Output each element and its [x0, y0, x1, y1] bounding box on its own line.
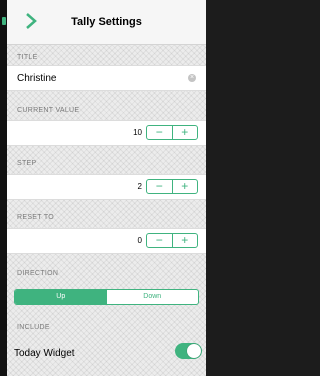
- settings-panel: Tally Settings TITLE Christine × CURRENT…: [7, 0, 206, 376]
- step-value: 2: [137, 182, 142, 191]
- direction-down-option[interactable]: Down: [107, 290, 199, 304]
- left-edge: [0, 0, 7, 376]
- current-value: 10: [133, 128, 142, 137]
- plus-button[interactable]: +: [173, 234, 198, 247]
- today-widget-label: Today Widget: [14, 348, 75, 359]
- plus-button[interactable]: +: [173, 180, 198, 193]
- reset-section-label: RESET TO: [17, 214, 55, 221]
- side-indicator: [2, 17, 6, 25]
- step-section-label: STEP: [17, 160, 37, 167]
- reset-row: 0 − +: [7, 228, 206, 254]
- plus-button[interactable]: +: [173, 126, 198, 139]
- title-input[interactable]: Christine: [17, 73, 56, 84]
- clear-icon[interactable]: ×: [188, 74, 196, 82]
- today-widget-toggle[interactable]: [175, 343, 202, 359]
- current-value-row: 10 − +: [7, 120, 206, 146]
- today-widget-row: Today Widget: [7, 340, 206, 363]
- direction-section-label: DIRECTION: [17, 270, 59, 277]
- page-title: Tally Settings: [71, 16, 142, 28]
- step-row: 2 − +: [7, 174, 206, 200]
- minus-button[interactable]: −: [147, 180, 173, 193]
- minus-button[interactable]: −: [147, 234, 173, 247]
- current-value-stepper[interactable]: − +: [146, 125, 198, 140]
- include-section-label: INCLUDE: [17, 324, 50, 331]
- toggle-knob[interactable]: [187, 344, 201, 358]
- step-stepper[interactable]: − +: [146, 179, 198, 194]
- minus-button[interactable]: −: [147, 126, 173, 139]
- current-value-section-label: CURRENT VALUE: [17, 107, 80, 114]
- title-row: Christine ×: [7, 65, 206, 91]
- direction-segmented-control[interactable]: Up Down: [14, 289, 199, 305]
- navigation-bar: Tally Settings: [7, 0, 206, 45]
- title-section-label: TITLE: [17, 54, 38, 61]
- reset-stepper[interactable]: − +: [146, 233, 198, 248]
- reset-value: 0: [137, 236, 142, 245]
- direction-up-option[interactable]: Up: [15, 290, 107, 304]
